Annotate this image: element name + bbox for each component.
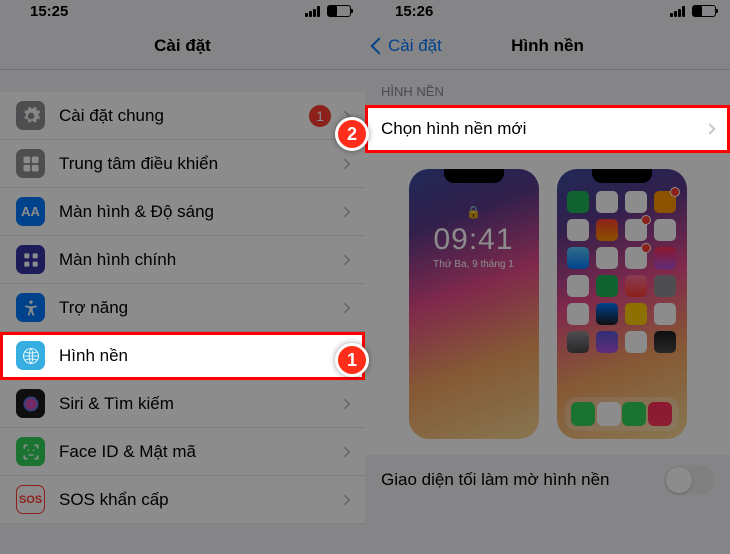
row-wallpaper[interactable]: Hình nền (0, 332, 365, 380)
chevron-right-icon (339, 446, 350, 457)
chevron-right-icon (339, 206, 350, 217)
row-home-screen[interactable]: Màn hình chính (0, 236, 365, 284)
row-choose-wallpaper[interactable]: Chọn hình nền mới (365, 105, 730, 153)
home-grid (557, 169, 687, 353)
signal-icon (670, 6, 687, 17)
signal-icon (305, 6, 322, 17)
row-label: Màn hình & Độ sáng (59, 202, 335, 222)
wallpaper-screen: 15:26 Cài đặt Hình nền HÌNH NỀN Chọn hìn… (365, 0, 730, 554)
wallpaper-preview: 🔒 09:41 Thứ Ba, 9 tháng 1 (365, 153, 730, 455)
display-icon: AA (16, 197, 45, 226)
row-label: Chọn hình nền mới (381, 119, 700, 139)
accessibility-icon (16, 293, 45, 322)
status-right (305, 5, 351, 17)
chevron-right-icon (704, 123, 715, 134)
battery-icon (692, 5, 716, 17)
wallpaper-icon (16, 341, 45, 370)
page-title: Hình nền (511, 36, 584, 56)
status-time: 15:25 (30, 3, 68, 20)
dock (565, 397, 679, 431)
row-label: SOS khẩn cấp (59, 490, 335, 510)
row-label: Trợ năng (59, 298, 335, 318)
sos-icon: SOS (16, 485, 45, 514)
row-label: Màn hình chính (59, 250, 335, 270)
home-screen-preview[interactable] (557, 169, 687, 439)
control-center-icon (16, 149, 45, 178)
row-accessibility[interactable]: Trợ năng (0, 284, 365, 332)
row-label: Trung tâm điều khiển (59, 154, 335, 174)
step-marker-1: 1 (335, 343, 369, 377)
siri-icon (16, 389, 45, 418)
status-bar: 15:25 (0, 0, 365, 22)
row-control-center[interactable]: Trung tâm điều khiển (0, 140, 365, 188)
notch (444, 169, 504, 183)
chevron-right-icon (339, 398, 350, 409)
back-button[interactable]: Cài đặt (373, 36, 442, 56)
toggle-label: Giao diện tối làm mờ hình nền (381, 470, 610, 490)
notification-badge: 1 (309, 105, 331, 127)
back-label: Cài đặt (388, 36, 442, 56)
status-right (670, 5, 716, 17)
row-display[interactable]: AA Màn hình & Độ sáng (0, 188, 365, 236)
lock-time: 09:41 (433, 223, 513, 257)
chevron-right-icon (339, 494, 350, 505)
battery-icon (327, 5, 351, 17)
row-label: Face ID & Mật mã (59, 442, 335, 462)
row-label: Hình nền (59, 346, 335, 366)
notch (592, 169, 652, 183)
row-sos[interactable]: SOS SOS khẩn cấp (0, 476, 365, 524)
lock-date: Thứ Ba, 9 tháng 1 (433, 259, 514, 270)
settings-screen: 15:25 Cài đặt Cài đặt chung 1 Trung tâm … (0, 0, 365, 554)
lock-screen-preview[interactable]: 🔒 09:41 Thứ Ba, 9 tháng 1 (409, 169, 539, 439)
section-header: HÌNH NỀN (365, 70, 730, 105)
status-bar: 15:26 (365, 0, 730, 22)
lock-content: 🔒 09:41 Thứ Ba, 9 tháng 1 (409, 169, 539, 270)
row-siri[interactable]: Siri & Tìm kiếm (0, 380, 365, 428)
home-screen-icon (16, 245, 45, 274)
faceid-icon (16, 437, 45, 466)
chevron-right-icon (339, 158, 350, 169)
row-general[interactable]: Cài đặt chung 1 (0, 92, 365, 140)
chevron-right-icon (339, 302, 350, 313)
row-label: Siri & Tìm kiếm (59, 394, 335, 414)
navbar: Cài đặt (0, 22, 365, 70)
lock-icon: 🔒 (466, 205, 481, 219)
row-dark-dim: Giao diện tối làm mờ hình nền (365, 455, 730, 505)
navbar: Cài đặt Hình nền (365, 22, 730, 70)
row-faceid[interactable]: Face ID & Mật mã (0, 428, 365, 476)
gear-icon (16, 101, 45, 130)
chevron-right-icon (339, 254, 350, 265)
status-time: 15:26 (395, 3, 433, 20)
step-marker-2: 2 (335, 117, 369, 151)
dark-dim-toggle[interactable] (664, 465, 714, 495)
row-label: Cài đặt chung (59, 106, 309, 126)
page-title: Cài đặt (154, 36, 211, 56)
chevron-left-icon (371, 37, 388, 54)
